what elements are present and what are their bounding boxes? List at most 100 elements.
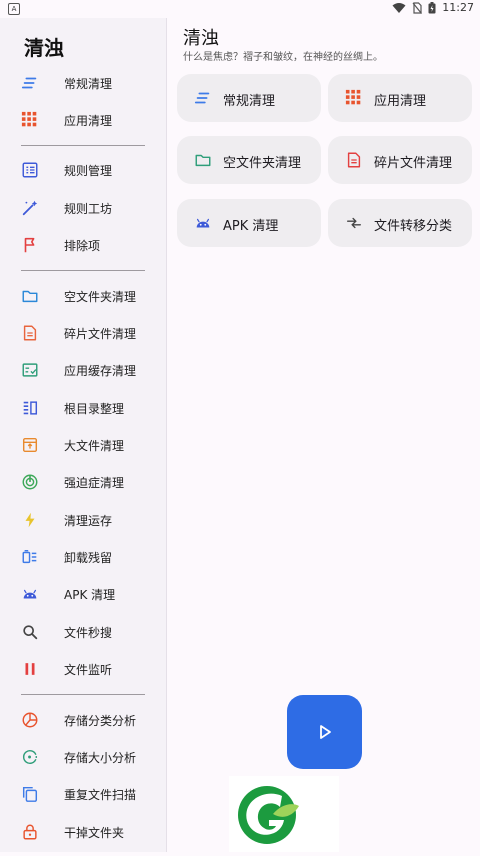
drawer-item-label: 常规清理 <box>64 76 113 91</box>
feature-card-lines[interactable]: 常规清理 <box>177 74 321 122</box>
grid-icon <box>345 89 361 105</box>
drawer-item-flag[interactable]: 排除项 <box>20 231 160 259</box>
drawer-item-lines[interactable]: 常规清理 <box>20 69 160 97</box>
drawer-item-icon <box>20 73 40 93</box>
battery-icon <box>428 1 436 13</box>
drawer-item-icon <box>20 622 40 642</box>
start-button[interactable] <box>287 695 362 769</box>
drawer-item-label: 根目录整理 <box>64 401 125 416</box>
feature-card-icon <box>344 88 364 108</box>
status-bar: A 11:27 <box>0 0 480 18</box>
transfer-icon <box>347 217 361 229</box>
drawer-item-label: 应用清理 <box>64 113 113 128</box>
drawer-item-icon <box>20 235 40 255</box>
drawer-item-list[interactable]: 规则管理 <box>20 156 160 184</box>
drawer-item-label: 规则工坊 <box>64 201 113 216</box>
drawer-item-folder[interactable]: 空文件夹清理 <box>20 282 160 310</box>
drawer-item-label: 重复文件扫描 <box>64 787 137 802</box>
drawer-item-lock[interactable]: 干掉文件夹 <box>20 818 160 846</box>
drawer-item-label: 应用缓存清理 <box>64 363 137 378</box>
drawer-title: 清浊 <box>24 36 64 60</box>
lines-icon <box>21 77 37 89</box>
drawer-item-icon <box>20 360 40 380</box>
drawer-item-columns[interactable]: 根目录整理 <box>20 394 160 422</box>
wand-icon <box>22 200 38 216</box>
drawer-item-label: 存储分类分析 <box>64 713 137 728</box>
drawer-item-icon <box>20 198 40 218</box>
drawer-item-document[interactable]: 碎片文件清理 <box>20 319 160 347</box>
page-subtitle: 什么是焦虑？褶子和皱纹，在神经的丝绸上。 <box>183 52 383 63</box>
drawer-item-pie[interactable]: 存储分类分析 <box>20 706 160 734</box>
folder-icon <box>22 290 38 303</box>
no-sim-icon <box>412 1 423 14</box>
drawer-divider <box>21 145 145 146</box>
android-icon <box>196 218 210 228</box>
wifi-icon <box>392 2 406 13</box>
drawer-item-icon <box>20 710 40 730</box>
drawer-item-label: 清理运存 <box>64 513 113 528</box>
feature-card-transfer[interactable]: 文件转移分类 <box>328 199 472 247</box>
drawer-item-size[interactable]: 存储大小分析 <box>20 743 160 771</box>
package-icon <box>22 437 38 453</box>
drawer-item-label: 大文件清理 <box>64 438 125 453</box>
drawer-item-label: 文件监听 <box>64 662 113 677</box>
drawer-item-label: 碎片文件清理 <box>64 326 137 341</box>
drawer-divider <box>21 270 145 271</box>
drawer-item-checklist[interactable]: 应用缓存清理 <box>20 356 160 384</box>
drawer-item-icon <box>20 659 40 679</box>
drawer-item-copy[interactable]: 重复文件扫描 <box>20 780 160 808</box>
columns-icon <box>23 401 38 415</box>
target-icon <box>22 474 38 490</box>
feature-card-icon <box>193 213 213 233</box>
clock: 11:27 <box>442 1 474 14</box>
drawer-item-label: 空文件夹清理 <box>64 289 137 304</box>
drawer-item-icon <box>20 160 40 180</box>
drawer-item-search[interactable]: 文件秒搜 <box>20 618 160 646</box>
drawer-item-icon <box>20 472 40 492</box>
uninstall-icon <box>22 549 37 564</box>
folder-icon <box>195 154 211 167</box>
list-icon <box>22 162 38 178</box>
drawer-item-grid[interactable]: 应用清理 <box>20 106 160 134</box>
drawer-item-package[interactable]: 大文件清理 <box>20 431 160 459</box>
feature-card-label: 应用清理 <box>374 94 427 109</box>
notification-badge: A <box>8 3 20 15</box>
drawer-item-label: 文件秒搜 <box>64 625 113 640</box>
feature-card-android[interactable]: APK 清理 <box>177 199 321 247</box>
drawer-item-target[interactable]: 强迫症清理 <box>20 468 160 496</box>
flag-icon <box>24 237 35 253</box>
drawer-item-icon <box>20 510 40 530</box>
feature-card-label: APK 清理 <box>223 219 279 234</box>
drawer-item-icon <box>20 286 40 306</box>
bolt-icon <box>25 512 35 528</box>
copy-icon <box>22 786 38 802</box>
drawer-item-wand[interactable]: 规则工坊 <box>20 194 160 222</box>
drawer-item-uninstall[interactable]: 卸载残留 <box>20 543 160 571</box>
drawer-item-icon <box>20 435 40 455</box>
drawer-item-icon <box>20 110 40 130</box>
feature-card-label: 空文件夹清理 <box>223 156 302 171</box>
feature-card-grid[interactable]: 应用清理 <box>328 74 472 122</box>
play-icon <box>319 725 331 739</box>
drawer-item-label: 规则管理 <box>64 163 113 178</box>
feature-card-document[interactable]: 碎片文件清理 <box>328 136 472 184</box>
drawer-item-icon <box>20 547 40 567</box>
feature-card-folder[interactable]: 空文件夹清理 <box>177 136 321 184</box>
drawer-item-icon <box>20 784 40 804</box>
page-title: 清浊 <box>183 28 219 49</box>
android-icon <box>23 589 37 599</box>
drawer-item-pause[interactable]: 文件监听 <box>20 655 160 683</box>
feature-card-label: 文件转移分类 <box>374 219 453 234</box>
drawer-item-label: APK 清理 <box>64 587 116 602</box>
drawer-item-android[interactable]: APK 清理 <box>20 580 160 608</box>
search-icon <box>23 625 38 640</box>
drawer-item-bolt[interactable]: 清理运存 <box>20 506 160 534</box>
feature-card-label: 常规清理 <box>223 94 276 109</box>
drawer-item-icon <box>20 398 40 418</box>
drawer-item-icon <box>20 584 40 604</box>
document-icon <box>347 152 361 168</box>
lock-icon <box>23 824 37 840</box>
leaf-logo-icon <box>238 786 299 844</box>
feature-card-icon <box>193 150 213 170</box>
checklist-icon <box>22 363 38 377</box>
